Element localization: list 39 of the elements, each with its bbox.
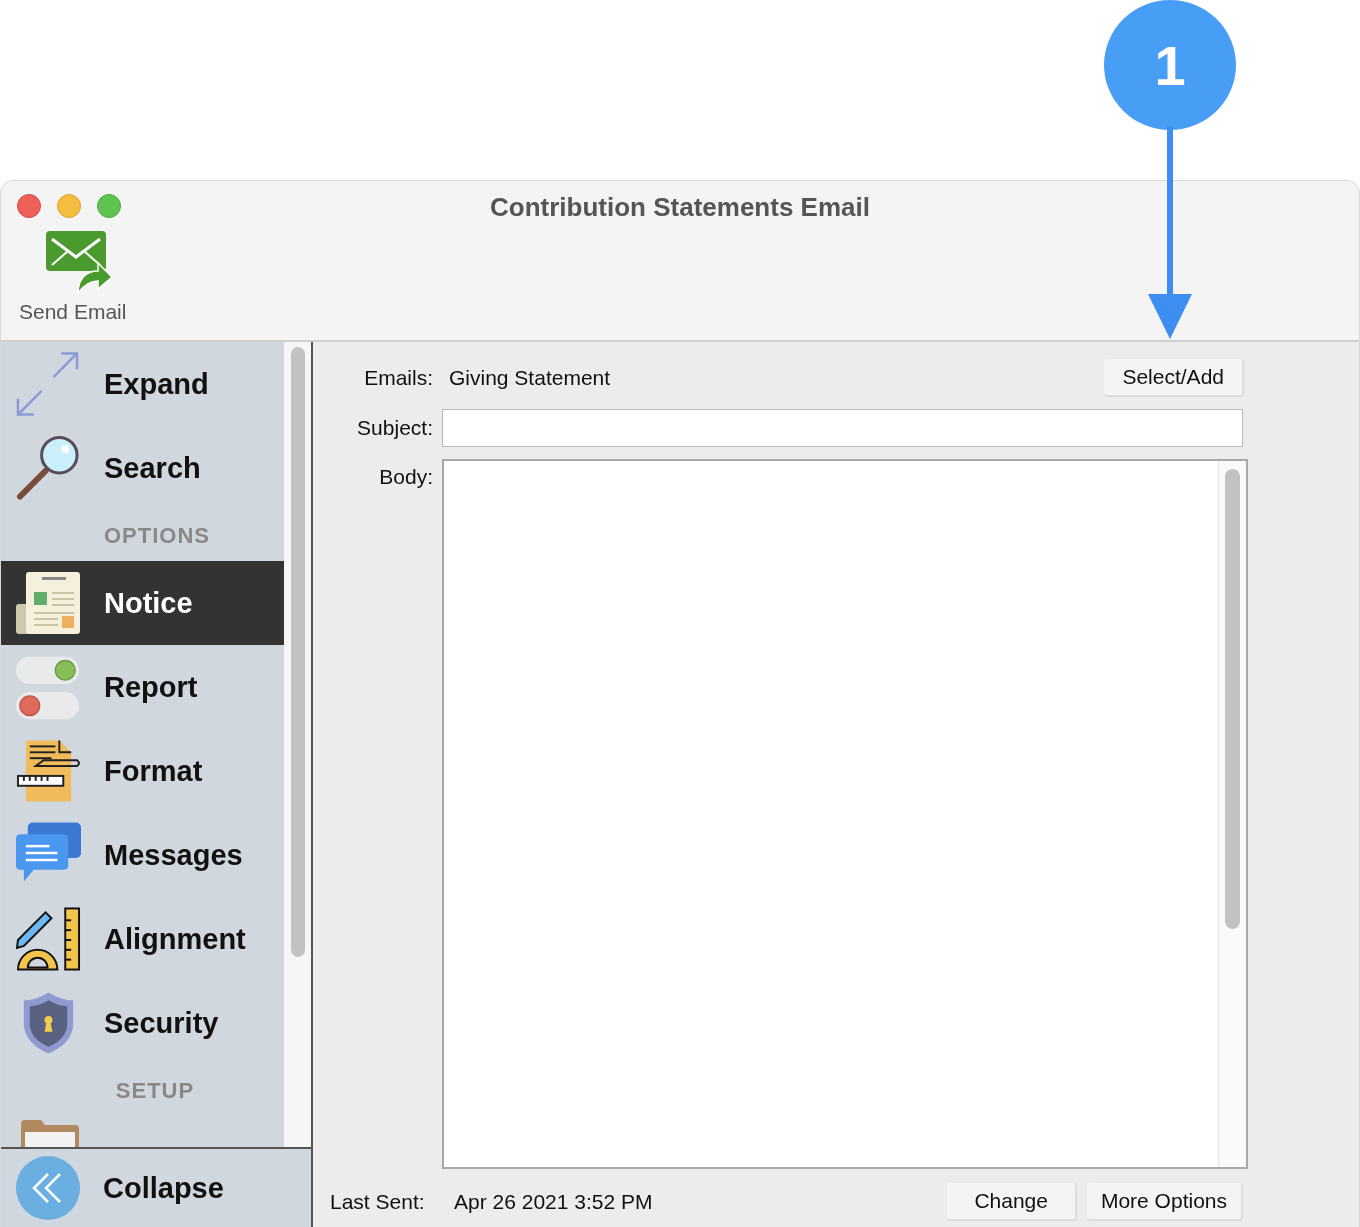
sidebar-item[interactable]: Report (1, 645, 284, 729)
send-email-button[interactable]: Send Email (19, 231, 127, 324)
change-button[interactable]: Change (947, 1183, 1077, 1221)
sidebar-item[interactable]: Notice (1, 561, 284, 645)
toggle-switches-icon (16, 654, 81, 720)
sidebar-item[interactable]: Security (1, 981, 284, 1065)
body-field[interactable] (442, 459, 1248, 1169)
sidebar-item[interactable]: Expand (1, 342, 284, 426)
field-label: Subject: (356, 416, 433, 440)
double-chevron-icon (16, 1156, 80, 1220)
document-ruler-icon (16, 738, 81, 804)
zoom-button[interactable] (97, 194, 121, 218)
close-button[interactable] (17, 194, 41, 218)
magnifier-icon (16, 435, 81, 501)
sidebar-item[interactable]: Messages (1, 813, 284, 897)
window-title: Contribution Statements Email (490, 192, 870, 223)
scrollbar-thumb[interactable] (291, 347, 305, 957)
field-label: Body: (378, 464, 433, 489)
section-heading: SETUP (114, 1077, 196, 1104)
scrollbar-thumb[interactable] (1225, 469, 1240, 929)
select-add-button[interactable]: Select/Add (1104, 359, 1244, 397)
scrollbar[interactable] (284, 342, 311, 1147)
expand-arrows-icon (16, 351, 81, 417)
sidebar-item[interactable]: Alignment (1, 897, 284, 981)
sidebar-item[interactable]: Format (1, 729, 284, 813)
subject-field[interactable] (442, 409, 1243, 447)
envelope-icon (45, 231, 112, 295)
last-sent-label: Last Sent: (330, 1190, 426, 1214)
step-badge: 1 (1104, 0, 1236, 130)
field-label: Emails: (363, 366, 433, 390)
section-heading: OPTIONS (104, 522, 206, 549)
pencil-ruler-icon (16, 906, 81, 972)
collapse-button[interactable]: Collapse (1, 1147, 311, 1227)
minimize-button[interactable] (57, 194, 81, 218)
last-sent-value: Apr 26 2021 3:52 PM (454, 1190, 653, 1214)
more-options-button[interactable]: More Options (1086, 1183, 1243, 1221)
emails-value: Giving Statement (449, 366, 611, 390)
newspaper-icon (16, 570, 80, 636)
sidebar-item[interactable]: Search (1, 426, 284, 510)
